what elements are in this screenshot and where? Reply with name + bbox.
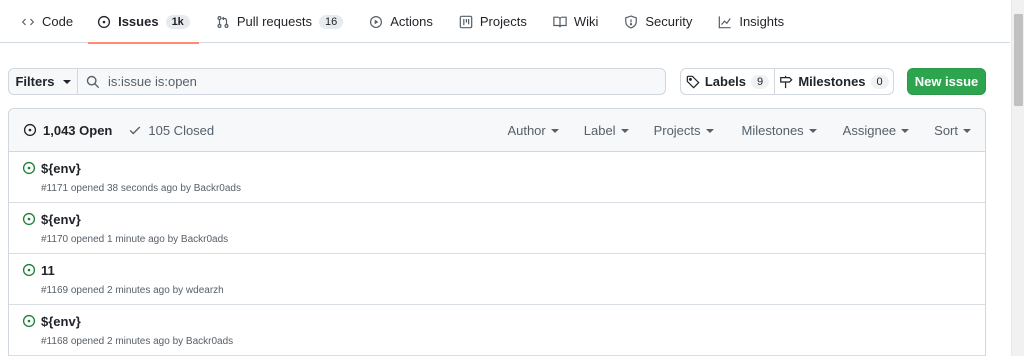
issues-list-box: 1,043 Open 105 Closed Author Label Proje… — [8, 108, 986, 356]
issue-opened-icon — [22, 161, 36, 175]
closed-count-label: 105 Closed — [148, 122, 215, 138]
tab-wiki[interactable]: Wiki — [544, 0, 608, 43]
pr-count-badge: 16 — [318, 14, 344, 29]
issue-title-link[interactable]: ${env} — [41, 161, 81, 176]
sorter-label: Sort — [934, 123, 958, 138]
issue-meta: #1170 opened 1 minute ago by Backr0ads — [41, 234, 229, 245]
chevron-down-icon — [620, 128, 629, 133]
tab-label: Code — [42, 14, 74, 29]
milestones-label: Milestones — [798, 74, 866, 89]
projects-filter[interactable]: Projects — [654, 123, 714, 138]
author-filter[interactable]: Author — [507, 123, 559, 138]
chevron-down-icon — [963, 128, 971, 133]
issues-count-badge: 1k — [165, 14, 190, 29]
closed-issues-toggle[interactable]: 105 Closed — [128, 123, 214, 138]
scrollbar-thumb[interactable] — [1014, 14, 1023, 106]
assignee-filter[interactable]: Assignee — [842, 123, 910, 138]
issue-row[interactable]: ${env} #1170 opened 1 minute ago by Back… — [9, 203, 985, 254]
milestones-button[interactable]: Milestones 0 — [774, 68, 894, 95]
new-issue-button[interactable]: New issue — [907, 68, 986, 95]
milestones-count: 0 — [870, 74, 889, 89]
tab-label: Actions — [390, 14, 433, 29]
labels-label: Labels — [704, 74, 747, 89]
new-issue-label: New issue — [914, 74, 979, 89]
tab-insights[interactable]: Insights — [709, 0, 793, 43]
tab-label: Issues — [118, 14, 159, 29]
issue-opened-icon — [22, 314, 36, 328]
issue-opened-icon — [97, 15, 111, 29]
check-icon — [128, 123, 142, 137]
tab-issues[interactable]: Issues 1k — [88, 0, 199, 44]
table-icon — [459, 15, 473, 29]
sorter-label: Label — [583, 123, 616, 138]
search-icon — [86, 75, 100, 89]
filters-label: Filters — [15, 74, 55, 89]
open-issues-toggle[interactable]: 1,043 Open — [23, 123, 112, 138]
issue-opened-icon — [22, 263, 36, 277]
sorter-label: Projects — [653, 123, 701, 138]
sorter-label: Assignee — [842, 123, 897, 138]
tab-actions[interactable]: Actions — [360, 0, 442, 43]
shield-icon — [624, 14, 638, 29]
chevron-down-icon — [901, 128, 910, 133]
issues-subnav: Filters Labels 9 Milestones 0 New issue — [8, 68, 988, 96]
issues-list-header: 1,043 Open 105 Closed Author Label Proje… — [9, 109, 985, 152]
tab-code[interactable]: Code — [12, 0, 82, 43]
issue-opened-icon — [23, 123, 37, 137]
code-icon — [21, 15, 35, 29]
chevron-down-icon — [808, 128, 817, 133]
labels-button[interactable]: Labels 9 — [680, 68, 775, 95]
tab-pull-requests[interactable]: Pull requests 16 — [207, 0, 352, 43]
chevron-down-icon — [705, 128, 714, 133]
issue-opened-icon — [22, 212, 36, 226]
issue-title-link[interactable]: ${env} — [41, 212, 81, 227]
tab-label: Pull requests — [236, 14, 312, 29]
issue-row[interactable]: 11 #1169 opened 2 minutes ago by wdearzh — [9, 254, 985, 305]
issue-meta: #1169 opened 2 minutes ago by wdearzh — [41, 285, 224, 296]
issue-title-link[interactable]: ${env} — [41, 314, 81, 329]
issue-row[interactable]: ${env} #1168 opened 2 minutes ago by Bac… — [9, 305, 985, 356]
labels-count: 9 — [751, 74, 770, 89]
label-filter[interactable]: Label — [584, 123, 629, 138]
issues-search-box[interactable] — [77, 68, 666, 95]
graph-icon — [718, 15, 732, 29]
tab-label: Security — [645, 14, 693, 29]
search-input[interactable] — [108, 74, 648, 89]
tab-label: Projects — [479, 14, 527, 29]
sorter-label: Author — [507, 123, 546, 138]
book-icon — [553, 15, 567, 29]
issue-meta: #1168 opened 2 minutes ago by Backr0ads — [41, 336, 234, 347]
tab-security[interactable]: Security — [615, 0, 701, 43]
tab-label: Wiki — [573, 14, 599, 29]
tab-label: Insights — [739, 14, 785, 29]
tab-projects[interactable]: Projects — [450, 0, 536, 43]
play-icon — [369, 15, 383, 29]
open-count-label: 1,043 Open — [43, 122, 113, 138]
milestones-filter[interactable]: Milestones — [742, 123, 817, 138]
milestone-icon — [779, 75, 793, 89]
chevron-down-icon — [550, 128, 559, 133]
tag-icon — [686, 75, 700, 89]
chevron-down-icon — [62, 79, 71, 84]
issue-row[interactable]: ${env} #1171 opened 38 seconds ago by Ba… — [9, 152, 985, 203]
repo-nav: Code Issues 1k Pull requests 16 Actions … — [0, 0, 1010, 44]
issue-title-link[interactable]: 11 — [41, 263, 55, 278]
filters-button[interactable]: Filters — [8, 68, 78, 95]
sorter-label: Milestones — [741, 123, 804, 138]
issue-sorters: Author Label Projects Milestones Assigne… — [507, 109, 971, 152]
page-scrollbar[interactable] — [1011, 0, 1024, 356]
issue-meta: #1171 opened 38 seconds ago by Backr0ads — [41, 183, 241, 194]
sort-dropdown[interactable]: Sort — [934, 123, 971, 138]
git-pull-request-icon — [216, 15, 230, 29]
